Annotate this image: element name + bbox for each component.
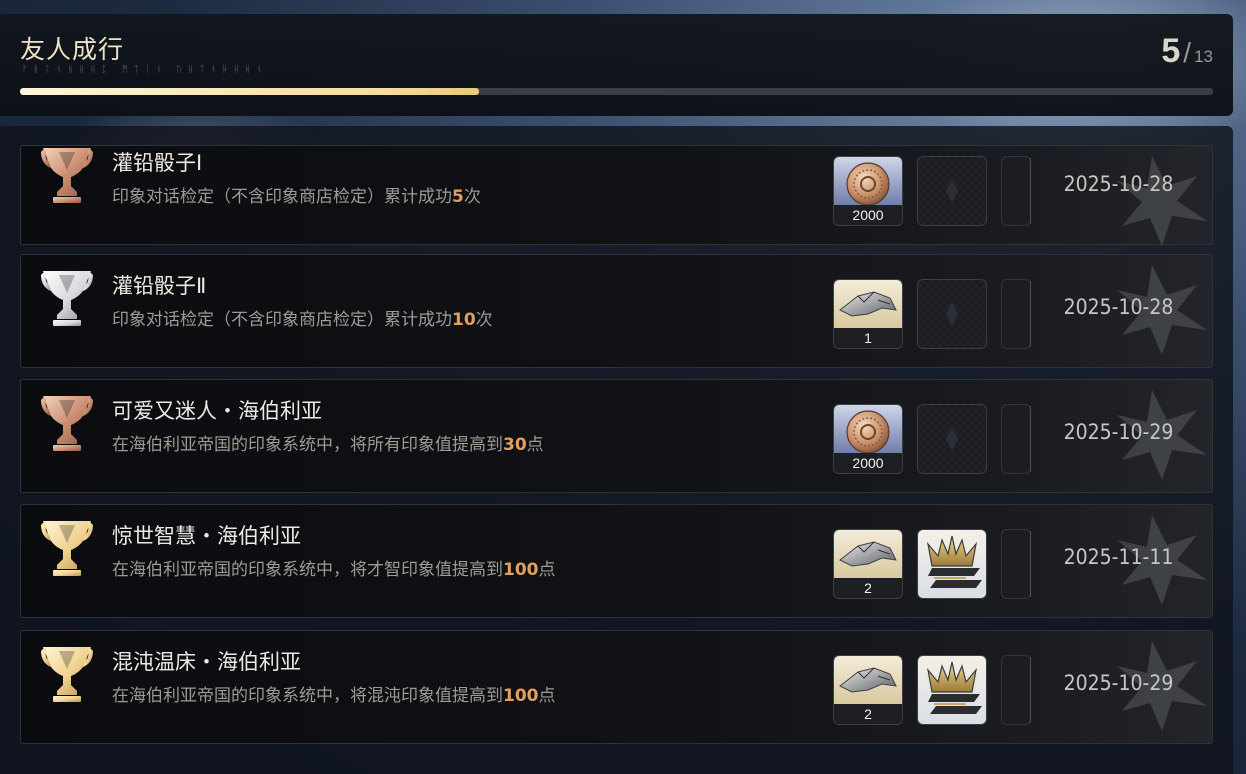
reward-item[interactable]: 2000 (833, 156, 903, 226)
achievement-name: 可爱又迷人・海伯利亚 (112, 399, 322, 423)
empty-reward-slot (1001, 279, 1031, 349)
achievement-name: 灌铅骰子Ⅰ (112, 151, 203, 175)
coin-icon (834, 405, 902, 455)
empty-reward-slot (917, 279, 987, 349)
empty-reward-slot (1001, 156, 1031, 226)
completion-counter: 5/13 (1161, 32, 1213, 71)
description-unit: 点 (538, 686, 556, 706)
row-divider (1030, 406, 1031, 472)
empty-reward-slot (1001, 529, 1031, 599)
description-target-value: 100 (503, 560, 539, 580)
category-rune-subtitle: ᚨᛒᛚᚾᚺᚺᚺᛈ ᛗᛏᛁᚾ ᚢᚺᛏᚾᚺᚺᚺᚾ (22, 65, 268, 75)
description-text: 印象对话检定（不含印象商店检定）累计成功 (112, 187, 452, 207)
description-target-value: 30 (503, 435, 527, 455)
reward-item[interactable]: 2000 (833, 404, 903, 474)
gold-trophy-icon (37, 643, 97, 707)
achievement-name: 惊世智慧・海伯利亚 (112, 524, 301, 548)
achievement-description: 在海伯利亚帝国的印象系统中，将混沌印象值提高到100点 (112, 681, 556, 706)
row-divider (1030, 158, 1031, 224)
completion-progress-bar (20, 88, 1213, 95)
blade-material-icon (834, 280, 902, 330)
reward-item[interactable] (917, 655, 987, 725)
diamond-placeholder-icon (918, 280, 986, 348)
achievement-row[interactable]: 灌铅骰子Ⅰ 印象对话检定（不含印象商店检定）累计成功5次 2000 2025-1… (20, 145, 1213, 246)
achievement-description: 印象对话检定（不含印象商店检定）累计成功10次 (112, 305, 493, 330)
completed-count: 5 (1161, 32, 1181, 70)
row-divider (1030, 657, 1031, 723)
completion-date: 2025-10-28 (1063, 172, 1174, 196)
reward-item[interactable]: 2 (833, 655, 903, 725)
completion-date: 2025-10-29 (1063, 420, 1174, 444)
reward-item[interactable]: 1 (833, 279, 903, 349)
progress-bar-fill (20, 88, 480, 95)
empty-reward-slot (1001, 404, 1031, 474)
completion-date: 2025-11-11 (1063, 545, 1174, 569)
blade-material-icon (834, 530, 902, 580)
achievement-row[interactable]: 可爱又迷人・海伯利亚 在海伯利亚帝国的印象系统中，将所有印象值提高到30点 20… (20, 379, 1213, 493)
reward-item[interactable] (917, 529, 987, 599)
description-text: 在海伯利亚帝国的印象系统中，将才智印象值提高到 (112, 560, 503, 580)
reward-quantity: 2 (834, 578, 902, 598)
blade-material-icon (834, 656, 902, 706)
achievement-list[interactable]: 灌铅骰子Ⅰ 印象对话检定（不含印象商店检定）累计成功5次 2000 2025-1… (20, 145, 1213, 774)
coin-icon (834, 157, 902, 207)
crown-emblem-icon (918, 656, 986, 724)
row-divider (1030, 281, 1031, 347)
diamond-placeholder-icon (918, 405, 986, 473)
achievement-name: 混沌温床・海伯利亚 (112, 650, 301, 674)
achievement-row[interactable]: 惊世智慧・海伯利亚 在海伯利亚帝国的印象系统中，将才智印象值提高到100点 2 … (20, 504, 1213, 618)
category-title: 友人成行 (20, 35, 125, 64)
description-unit: 点 (538, 560, 556, 580)
total-count: 13 (1194, 47, 1213, 66)
gold-trophy-icon (37, 517, 97, 581)
description-target-value: 5 (452, 187, 464, 207)
counter-slash: / (1183, 37, 1192, 68)
empty-reward-slot (917, 404, 987, 474)
crown-emblem-icon (918, 530, 986, 598)
completion-date: 2025-10-28 (1063, 295, 1174, 319)
reward-quantity: 2000 (834, 205, 902, 225)
reward-item[interactable]: 2 (833, 529, 903, 599)
achievement-row[interactable]: 混沌温床・海伯利亚 在海伯利亚帝国的印象系统中，将混沌印象值提高到100点 2 … (20, 630, 1213, 744)
description-text: 在海伯利亚帝国的印象系统中，将混沌印象值提高到 (112, 686, 503, 706)
achievement-name: 灌铅骰子Ⅱ (112, 274, 207, 298)
description-text: 在海伯利亚帝国的印象系统中，将所有印象值提高到 (112, 435, 503, 455)
achievement-description: 印象对话检定（不含印象商店检定）累计成功5次 (112, 182, 481, 207)
diamond-placeholder-icon (918, 157, 986, 225)
description-unit: 次 (475, 310, 493, 330)
description-unit: 次 (463, 187, 481, 207)
achievement-description: 在海伯利亚帝国的印象系统中，将才智印象值提高到100点 (112, 555, 556, 580)
description-text: 印象对话检定（不含印象商店检定）累计成功 (112, 310, 452, 330)
description-target-value: 10 (452, 310, 476, 330)
row-divider (1030, 531, 1031, 597)
category-header: 友人成行 ᚨᛒᛚᚾᚺᚺᚺᛈ ᛗᛏᛁᚾ ᚢᚺᛏᚾᚺᚺᚺᚾ 5/13 (0, 14, 1233, 116)
reward-quantity: 2000 (834, 453, 902, 473)
description-unit: 点 (526, 435, 544, 455)
achievement-row[interactable]: 灌铅骰子Ⅱ 印象对话检定（不含印象商店检定）累计成功10次 1 2025-10-… (20, 254, 1213, 368)
reward-quantity: 1 (834, 328, 902, 348)
completion-date: 2025-10-29 (1063, 671, 1174, 695)
bronze-trophy-icon (37, 145, 97, 208)
description-target-value: 100 (503, 686, 539, 706)
empty-reward-slot (1001, 655, 1031, 725)
bronze-trophy-icon (37, 392, 97, 456)
empty-reward-slot (917, 156, 987, 226)
achievement-description: 在海伯利亚帝国的印象系统中，将所有印象值提高到30点 (112, 430, 544, 455)
silver-trophy-icon (37, 267, 97, 331)
reward-quantity: 2 (834, 704, 902, 724)
